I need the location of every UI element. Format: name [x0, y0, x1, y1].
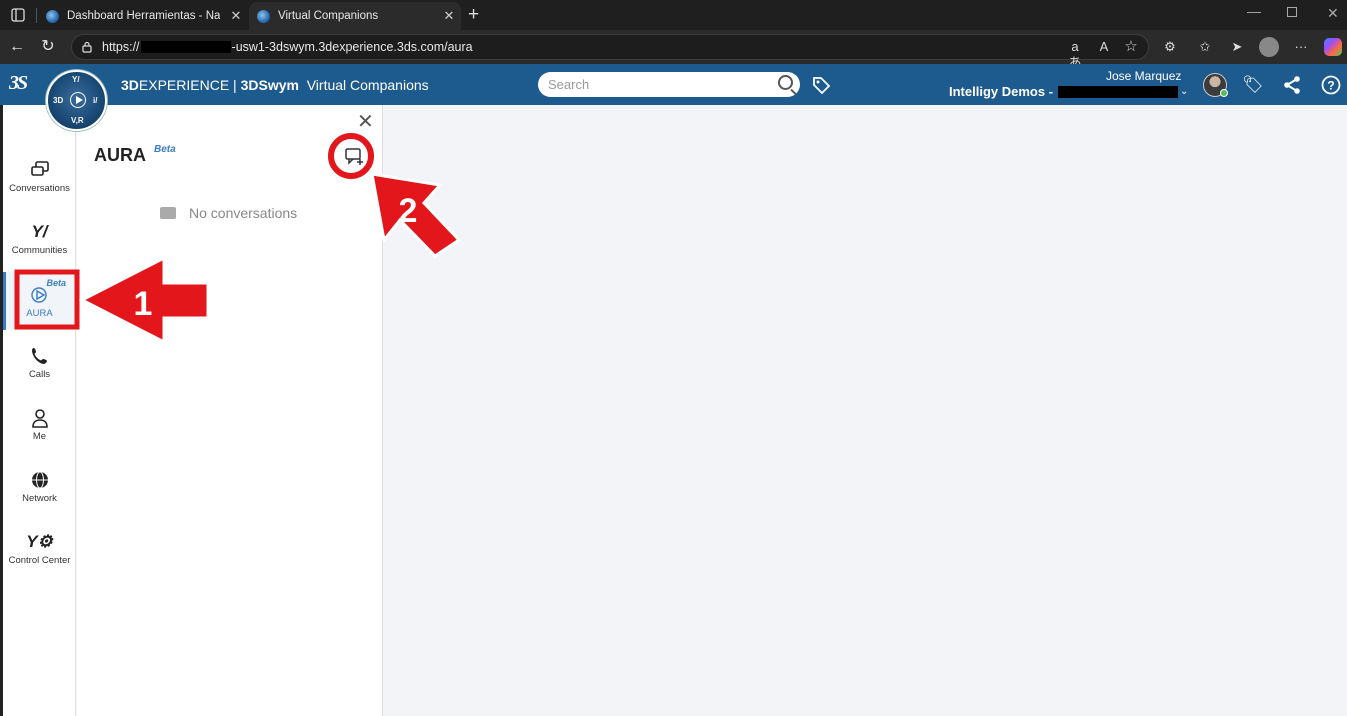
- annotation-step-2: 2: [399, 192, 418, 230]
- annotation-overlay: 1 2: [14, 133, 462, 345]
- annotation-step-1: 1: [134, 285, 153, 323]
- annotation-highlight-circle: [328, 133, 374, 179]
- annotation-highlight-box: [14, 269, 80, 330]
